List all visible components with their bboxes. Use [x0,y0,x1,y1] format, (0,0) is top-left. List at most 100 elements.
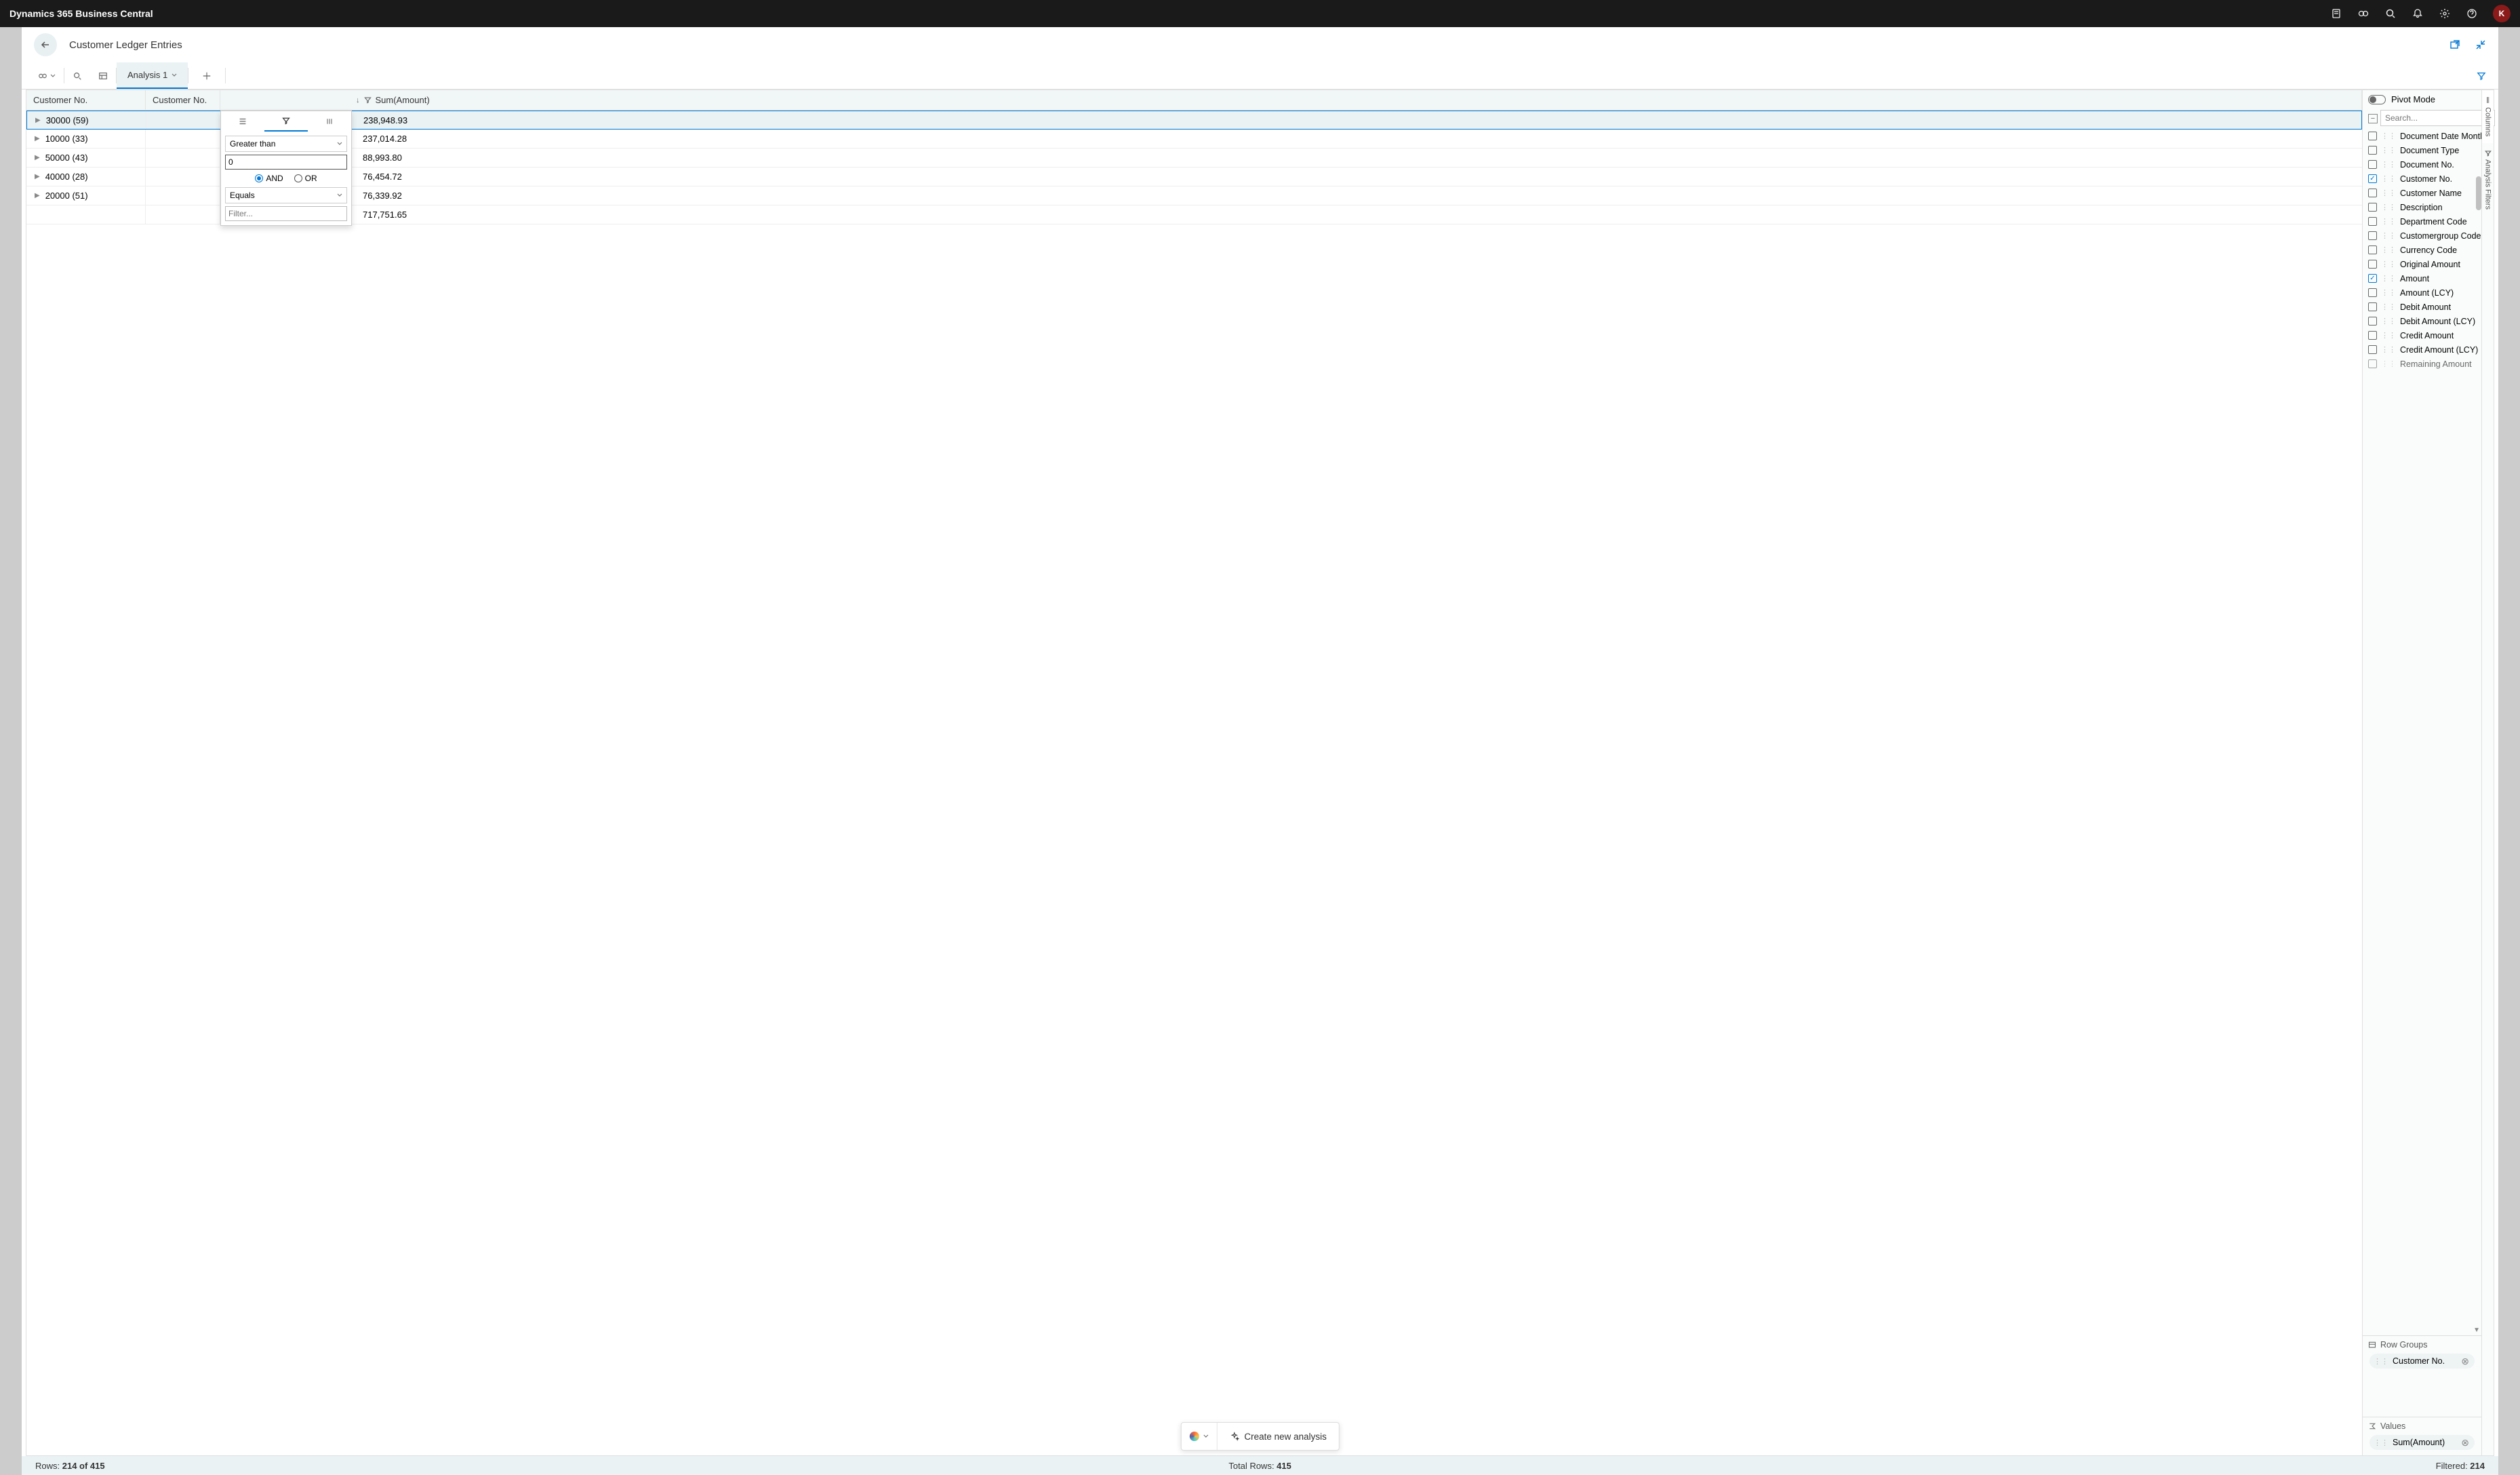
filter-value-2[interactable] [225,206,347,221]
user-avatar[interactable]: K [2493,5,2511,22]
create-analysis-button[interactable]: Create new analysis [1217,1432,1339,1442]
field-item[interactable]: ⋮⋮Document Type [2365,143,2481,157]
copilot-menu[interactable] [1181,1423,1217,1450]
chevron-right-icon[interactable]: ▶ [35,135,40,142]
table-row[interactable]: ▶20000 (51) 76,339.92 [26,186,2362,205]
search-icon[interactable] [2384,7,2397,20]
drag-handle-icon[interactable]: ⋮⋮ [2381,146,2396,155]
remove-chip-icon[interactable]: ⊗ [2461,1356,2469,1367]
filter-tab-filter[interactable] [264,111,308,132]
drag-handle-icon[interactable]: ⋮⋮ [2374,1357,2388,1366]
analysis-tab[interactable]: Analysis 1 [117,62,188,89]
drag-handle-icon[interactable]: ⋮⋮ [2381,203,2396,212]
pivot-mode-toggle[interactable] [2368,95,2386,104]
copilot-icon[interactable] [2357,7,2369,20]
field-item[interactable]: ⋮⋮Currency Code [2365,243,2481,257]
drag-handle-icon[interactable]: ⋮⋮ [2381,189,2396,197]
field-item[interactable]: ⋮⋮Debit Amount (LCY) [2365,314,2481,328]
field-item[interactable]: ⋮⋮Description [2365,200,2481,214]
field-item[interactable]: ⋮⋮Debit Amount [2365,300,2481,314]
values-section: Values ⋮⋮Sum(Amount)⊗ [2363,1417,2481,1455]
field-search-input[interactable] [2380,110,2495,126]
field-item[interactable]: ⋮⋮Credit Amount [2365,328,2481,342]
filter-value-1[interactable] [225,155,347,170]
drag-handle-icon[interactable]: ⋮⋮ [2381,302,2396,311]
drag-handle-icon[interactable]: ⋮⋮ [2381,359,2396,368]
table-row[interactable]: ▶40000 (28) 76,454.72 [26,168,2362,186]
drag-handle-icon[interactable]: ⋮⋮ [2374,1438,2388,1447]
filter-tab-menu[interactable] [221,111,264,132]
grid-header-customer-no[interactable]: Customer No. [146,90,220,110]
drag-handle-icon[interactable]: ⋮⋮ [2381,174,2396,183]
grid-header-group[interactable]: Customer No. [26,90,146,110]
field-item[interactable]: ⋮⋮Credit Amount (LCY) [2365,342,2481,357]
field-item[interactable]: ⋮⋮Customergroup Code [2365,229,2481,243]
drag-handle-icon[interactable]: ⋮⋮ [2381,331,2396,340]
toolbar-search-icon[interactable] [64,62,90,89]
chevron-right-icon[interactable]: ▶ [35,173,40,180]
remove-chip-icon[interactable]: ⊗ [2461,1437,2469,1449]
scroll-down-icon[interactable]: ▼ [2472,1325,2481,1335]
scrollbar-thumb[interactable] [2476,176,2481,210]
grid-body[interactable]: ▶30000 (59) 238,948.93 ▶10000 (33) 237,0… [26,111,2362,1455]
popout-icon[interactable] [2449,39,2460,50]
toolbar-layout-icon[interactable] [90,62,116,89]
filter-and-radio[interactable]: AND [255,174,283,183]
filter-operator-1[interactable]: Greater than [225,136,347,152]
field-item[interactable]: ⋮⋮Customer Name [2365,186,2481,200]
field-item[interactable]: ⋮⋮Department Code [2365,214,2481,229]
field-item[interactable]: ⋮⋮Document Date Month▲ [2365,129,2481,143]
toolbar-filter-icon[interactable] [2464,71,2498,81]
table-row[interactable]: ▶10000 (33) 237,014.28 [26,130,2362,149]
drag-handle-icon[interactable]: ⋮⋮ [2381,317,2396,326]
field-item[interactable]: ⋮⋮Amount [2365,271,2481,286]
columns-panel: Pivot Mode − ⋮⋮Document Date Month▲ ⋮⋮Do… [2362,90,2481,1455]
add-tab-button[interactable] [188,62,225,89]
drag-handle-icon[interactable]: ⋮⋮ [2381,288,2396,297]
chevron-right-icon[interactable]: ▶ [35,154,40,161]
field-item[interactable]: ⋮⋮Remaining Amount [2365,357,2481,371]
drag-handle-icon[interactable]: ⋮⋮ [2381,274,2396,283]
row-group-chip[interactable]: ⋮⋮Customer No.⊗ [2369,1354,2475,1369]
drag-handle-icon[interactable]: ⋮⋮ [2381,345,2396,354]
drag-handle-icon[interactable]: ⋮⋮ [2381,231,2396,240]
filter-tab-columns[interactable] [308,111,351,132]
field-item[interactable]: ⋮⋮Original Amount [2365,257,2481,271]
page-header: Customer Ledger Entries [22,27,2498,62]
drag-handle-icon[interactable]: ⋮⋮ [2381,245,2396,254]
side-tab-columns[interactable]: ⫼Columns [2482,90,2494,143]
field-item[interactable]: ⋮⋮Amount (LCY) [2365,286,2481,300]
notifications-icon[interactable] [2412,7,2424,20]
help-icon[interactable] [2466,7,2478,20]
field-item[interactable]: ⋮⋮Customer No. [2365,172,2481,186]
status-filtered: Filtered: 214 [2436,1461,2485,1471]
drag-handle-icon[interactable]: ⋮⋮ [2381,217,2396,226]
settings-icon[interactable] [2439,7,2451,20]
drag-handle-icon[interactable]: ⋮⋮ [2381,160,2396,169]
filters-tab-icon [2485,150,2492,157]
drag-handle-icon[interactable]: ⋮⋮ [2381,260,2396,269]
table-row[interactable]: ▶50000 (43) 88,993.80 [26,149,2362,168]
grid-header-amount[interactable]: ↓ Sum(Amount) [220,90,2362,110]
share-menu[interactable] [30,62,64,89]
column-filter-popup: Greater than AND OR Equals [220,111,352,226]
create-analysis-label: Create new analysis [1244,1432,1327,1442]
back-button[interactable] [34,33,57,56]
environment-icon[interactable] [2330,7,2342,20]
action-bar: Create new analysis [1180,1422,1340,1451]
status-total-rows: Total Rows: 415 [1228,1461,1292,1471]
grid-header: Customer No. Customer No. ↓ Sum(Amount) [26,90,2362,111]
filter-or-radio[interactable]: OR [294,174,317,183]
collapse-all-button[interactable]: − [2368,114,2378,123]
chevron-right-icon[interactable]: ▶ [35,117,41,124]
side-tabs: ⫼Columns Analysis Filters [2481,90,2494,1455]
drag-handle-icon[interactable]: ⋮⋮ [2381,132,2396,140]
field-list[interactable]: ⋮⋮Document Date Month▲ ⋮⋮Document Type ⋮… [2363,129,2481,1335]
filter-operator-2[interactable]: Equals [225,187,347,203]
values-chip[interactable]: ⋮⋮Sum(Amount)⊗ [2369,1435,2475,1450]
chevron-right-icon[interactable]: ▶ [35,192,40,199]
field-item[interactable]: ⋮⋮Document No. [2365,157,2481,172]
table-row[interactable]: ▶30000 (59) 238,948.93 [26,111,2362,130]
collapse-icon[interactable] [2475,39,2486,50]
side-tab-filters[interactable]: Analysis Filters [2482,143,2494,216]
